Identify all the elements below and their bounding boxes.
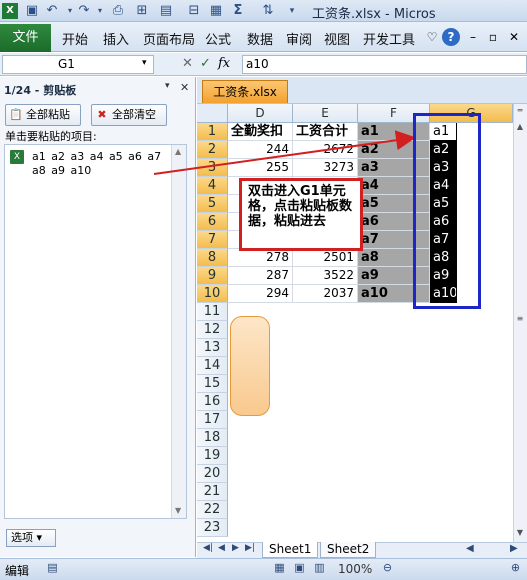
page-break-view-icon[interactable]: ▥ (312, 561, 327, 575)
workbook-tab[interactable]: 工资条.xlsx (202, 80, 288, 103)
formula-value: a10 (246, 57, 269, 71)
row-header[interactable]: 7 (197, 231, 228, 249)
clipboard-hint: 单击要粘贴的项目: (5, 130, 97, 143)
paste-all-label: 全部粘贴 (26, 108, 70, 121)
redo-dropdown-icon[interactable]: ▾ (92, 3, 108, 19)
row-header[interactable]: 19 (197, 447, 228, 465)
clear-all-icon: ✖ (97, 108, 107, 121)
prev-sheet-icon[interactable]: ◀ (218, 543, 225, 553)
borders-icon[interactable]: ▦ (208, 3, 224, 19)
row-header[interactable]: 23 (197, 519, 228, 537)
zoom-level[interactable]: 100% (338, 562, 372, 576)
tab-formulas[interactable]: 公式 (205, 29, 231, 48)
tab-home[interactable]: 开始 (62, 29, 88, 48)
help-icon[interactable]: ? (442, 28, 460, 46)
insert-function-icon[interactable]: fx (218, 56, 230, 71)
tab-review[interactable]: 审阅 (286, 29, 312, 48)
normal-view-icon[interactable]: ▦ (272, 561, 287, 575)
customize-toolbar-icon[interactable]: ▾ (284, 3, 300, 19)
row-header[interactable]: 17 (197, 411, 228, 429)
redo-icon[interactable]: ↷ (76, 3, 92, 19)
row-header[interactable]: 22 (197, 501, 228, 519)
paste-all-button[interactable]: 📋 全部粘贴 (5, 104, 81, 126)
instruction-callout: 双击进入G1单元格，点击粘贴板数据，粘贴进去 (239, 178, 363, 251)
row-header[interactable]: 14 (197, 357, 228, 375)
name-box[interactable] (2, 55, 154, 74)
tab-view[interactable]: 视图 (324, 29, 350, 48)
format-painter-icon[interactable]: ⊞ (134, 3, 150, 19)
row-header[interactable]: 8 (197, 249, 228, 267)
cell-d8[interactable]: 278 (228, 249, 293, 267)
next-sheet-icon[interactable]: ▶ (232, 543, 239, 553)
merge-icon[interactable]: ⊟ (186, 3, 202, 19)
page-layout-view-icon[interactable]: ▣ (292, 561, 307, 575)
scroll-down-icon[interactable]: ▼ (175, 506, 181, 515)
row-header[interactable]: 15 (197, 375, 228, 393)
status-bar (0, 558, 527, 580)
tab-developer[interactable]: 开发工具 (363, 29, 415, 48)
save-icon[interactable]: ▣ (24, 3, 40, 19)
orange-rounded-shape (230, 316, 270, 416)
scroll-up-arrow-icon[interactable]: ▲ (514, 120, 526, 134)
cell-e10[interactable]: 2037 (293, 285, 358, 303)
cancel-icon[interactable]: ✕ (182, 56, 193, 71)
clipboard-pane-title: 1/24 - 剪贴板 (4, 84, 77, 97)
row-header[interactable]: 12 (197, 321, 228, 339)
minimize-icon[interactable]: – (464, 28, 482, 46)
sheet-tab-sheet2[interactable]: Sheet2 (320, 542, 377, 558)
row-header[interactable]: 13 (197, 339, 228, 357)
sheet-tab-sheet1[interactable]: Sheet1 (262, 542, 319, 558)
sort-icon[interactable]: ⇅ (260, 3, 276, 19)
window-title: 工资条.xlsx - Micros (312, 7, 436, 22)
paste-all-icon: 📋 (9, 108, 23, 121)
ribbon-minimize-icon[interactable]: ♡ (423, 28, 441, 46)
paste-icon[interactable]: ▤ (158, 3, 174, 19)
pane-close-icon[interactable]: ✕ (180, 81, 189, 94)
cell-d10[interactable]: 294 (228, 285, 293, 303)
name-box-dropdown-icon[interactable]: ▾ (142, 58, 147, 68)
clipboard-item[interactable]: a1 a2 a3 a4 a5 a6 a7 a8 a9 a10 (32, 150, 162, 178)
cell-e9[interactable]: 3522 (293, 267, 358, 285)
row-header[interactable]: 21 (197, 483, 228, 501)
print-preview-icon[interactable]: ⎙ (110, 3, 126, 19)
tab-insert[interactable]: 插入 (103, 29, 129, 48)
row-header[interactable]: 16 (197, 393, 228, 411)
cell-d9[interactable]: 287 (228, 267, 293, 285)
undo-icon[interactable]: ↶ (44, 3, 60, 19)
row-header[interactable]: 20 (197, 465, 228, 483)
zoom-out-icon[interactable]: ⊖ (380, 561, 395, 575)
tab-page-layout[interactable]: 页面布局 (143, 29, 195, 48)
first-sheet-icon[interactable]: ◀| (203, 543, 213, 553)
hscroll-left-icon[interactable]: ◀ (466, 543, 474, 554)
tab-file[interactable]: 文件 (0, 24, 51, 52)
name-box-value: G1 (58, 57, 75, 71)
blue-highlight-box (413, 113, 481, 309)
autosum-icon[interactable]: Σ (230, 3, 246, 19)
row-header[interactable]: 9 (197, 267, 228, 285)
pane-menu-icon[interactable]: ▾ (165, 81, 170, 91)
close-icon[interactable]: ✕ (505, 28, 523, 46)
zoom-in-icon[interactable]: ⊕ (508, 561, 523, 575)
row-header[interactable]: 10 (197, 285, 228, 303)
status-mode: 编辑 (5, 564, 30, 578)
formula-input[interactable] (242, 55, 527, 74)
excel-item-icon: X (10, 150, 24, 164)
scroll-thumb-grip-icon[interactable]: ≡ (514, 312, 526, 326)
scroll-down-arrow-icon[interactable]: ▼ (514, 526, 526, 540)
last-sheet-icon[interactable]: ▶| (245, 543, 255, 553)
row-header[interactable]: 11 (197, 303, 228, 321)
tab-data[interactable]: 数据 (247, 29, 273, 48)
cell-e8[interactable]: 2501 (293, 249, 358, 267)
row-header[interactable]: 18 (197, 429, 228, 447)
excel-logo-icon[interactable]: X (2, 3, 18, 19)
split-box-icon[interactable]: ═ (514, 104, 526, 118)
options-button[interactable]: 选项 ▾ (6, 529, 56, 547)
macro-record-icon[interactable]: ▤ (45, 561, 60, 575)
hscroll-right-icon[interactable]: ▶ (510, 543, 518, 554)
enter-icon[interactable]: ✓ (200, 56, 211, 71)
restore-icon[interactable]: ▫ (484, 28, 502, 46)
